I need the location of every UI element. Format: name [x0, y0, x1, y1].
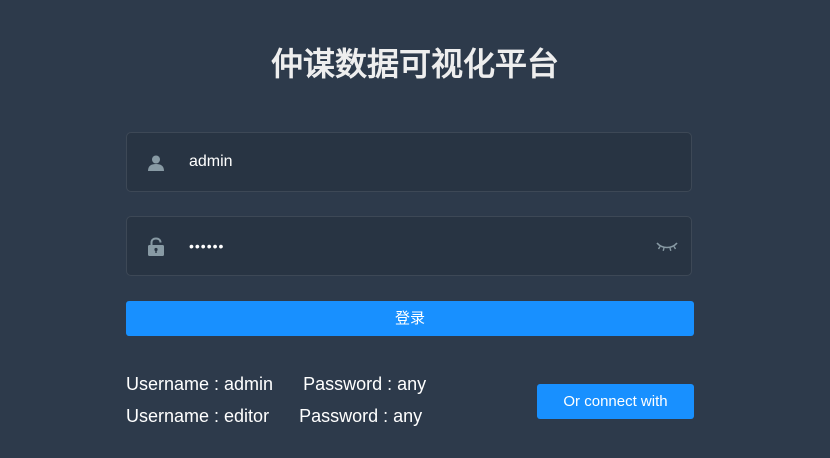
tip-password: Password : any — [299, 406, 423, 426]
username-input[interactable]: admin — [189, 133, 233, 191]
login-page: 仲谋数据可视化平台 admin •••••• 登录 Username: adm… — [0, 0, 830, 458]
connect-with-button[interactable]: Or connect with — [537, 384, 694, 419]
lock-icon — [145, 236, 167, 258]
password-input[interactable]: •••••• — [189, 217, 224, 275]
page-title: 仲谋数据可视化平台 — [270, 45, 559, 83]
login-button[interactable]: 登录 — [126, 301, 694, 336]
user-icon — [145, 152, 167, 174]
tip-username: Username : admin — [126, 374, 274, 394]
password-field[interactable]: •••••• — [126, 216, 692, 276]
credentials-tip-editor: Username : editor Password : any — [126, 404, 422, 428]
tip-username: Username : editor — [126, 406, 270, 426]
credentials-tip-admin: Username : admin Password : any — [126, 372, 426, 396]
tip-password: Password : any — [303, 374, 427, 394]
username-field[interactable]: admin — [126, 132, 692, 192]
eye-closed-icon[interactable] — [655, 237, 679, 255]
